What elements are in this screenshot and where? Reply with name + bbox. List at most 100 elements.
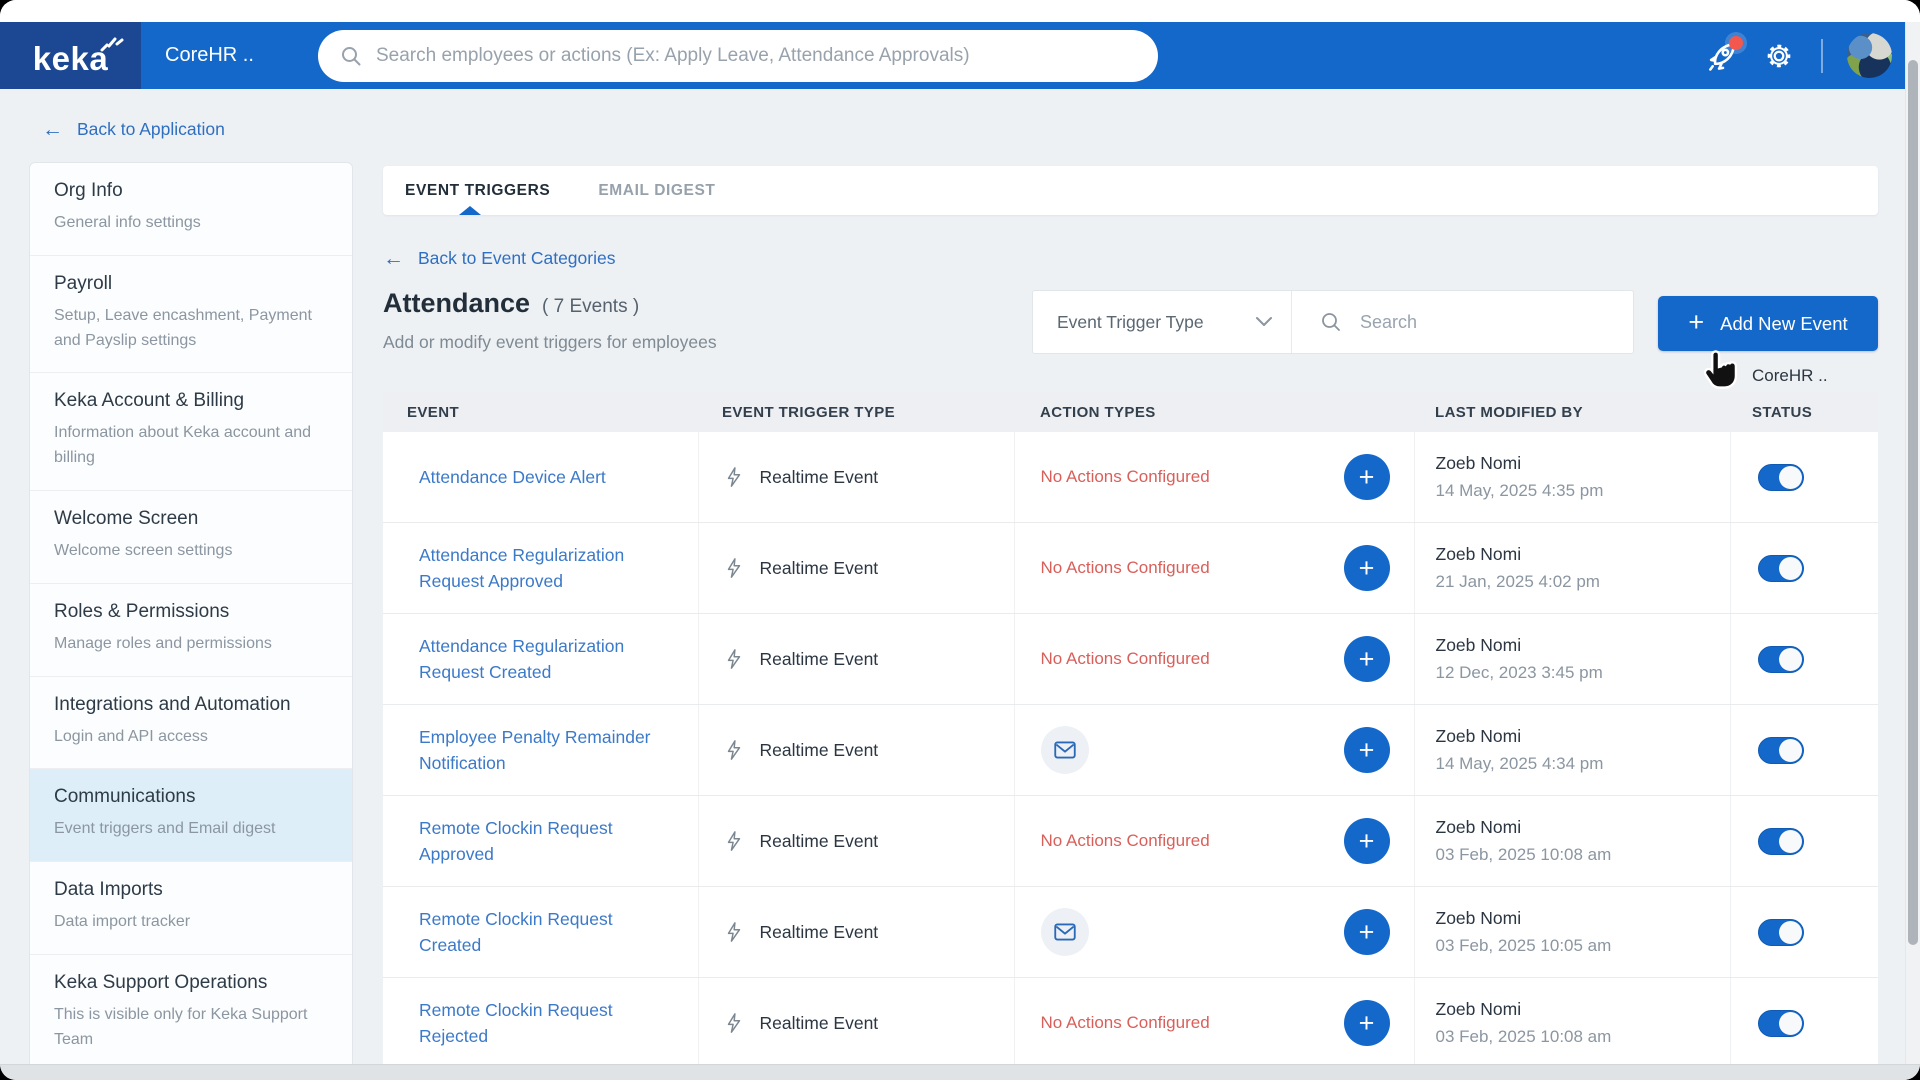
status-toggle[interactable] — [1758, 919, 1804, 946]
no-actions-configured-label: No Actions Configured — [1041, 831, 1210, 850]
add-action-button[interactable]: + — [1344, 545, 1390, 591]
table-row: Attendance Device Alert Realtime Event N… — [383, 432, 1878, 523]
page-scrollbar[interactable] — [1905, 22, 1920, 1064]
plus-icon: + — [1359, 826, 1375, 857]
sidebar-item-subtitle: This is visible only for Keka Support Te… — [54, 1003, 326, 1053]
plus-icon: + — [1359, 1008, 1375, 1039]
tab-email-digest[interactable]: EMAIL DIGEST — [598, 182, 715, 200]
global-search-input[interactable]: Search employees or actions (Ex: Apply L… — [318, 30, 1158, 82]
table-row: Employee Penalty Remainder Notification … — [383, 705, 1878, 796]
sidebar-item-roles-permissions[interactable]: Roles & Permissions Manage roles and per… — [30, 584, 352, 677]
lightning-icon — [723, 466, 745, 488]
event-name-link[interactable]: Remote Clockin Request Approved — [419, 815, 671, 868]
add-action-button[interactable]: + — [1344, 727, 1390, 773]
toggle-knob — [1779, 557, 1802, 580]
sidebar-item-payroll[interactable]: Payroll Setup, Leave encashment, Payment… — [30, 256, 352, 374]
toggle-knob — [1779, 921, 1802, 944]
modified-date: 03 Feb, 2025 10:08 am — [1436, 845, 1730, 865]
table-row: Remote Clockin Request Rejected Realtime… — [383, 978, 1878, 1069]
event-name-link[interactable]: Attendance Device Alert — [419, 464, 606, 490]
toggle-knob — [1779, 1012, 1802, 1035]
email-action-chip[interactable] — [1041, 908, 1089, 956]
keka-logo-text: keka — [33, 40, 108, 78]
toggle-knob — [1779, 466, 1802, 489]
sidebar-item-subtitle: Manage roles and permissions — [54, 632, 326, 657]
user-avatar[interactable] — [1847, 33, 1892, 78]
scrollbar-thumb[interactable] — [1908, 60, 1918, 945]
event-name-link[interactable]: Employee Penalty Remainder Notification — [419, 724, 671, 777]
back-to-application-link[interactable]: ← Back to Application — [42, 119, 225, 140]
sidebar-item-title: Payroll — [54, 273, 326, 295]
event-name-link[interactable]: Remote Clockin Request Created — [419, 906, 671, 959]
no-actions-configured-label: No Actions Configured — [1041, 649, 1210, 668]
no-actions-configured-label: No Actions Configured — [1041, 558, 1210, 577]
status-toggle[interactable] — [1758, 737, 1804, 764]
sidebar-item-keka-account-billing[interactable]: Keka Account & Billing Information about… — [30, 373, 352, 491]
add-action-button[interactable]: + — [1344, 454, 1390, 500]
search-icon — [1320, 311, 1342, 333]
trigger-type-label: Realtime Event — [760, 740, 879, 761]
table-search-input[interactable]: Search — [1292, 311, 1633, 333]
column-header-event: EVENT — [383, 392, 698, 432]
email-action-chip[interactable] — [1041, 726, 1089, 774]
trigger-type-label: Realtime Event — [760, 467, 879, 488]
event-name-link[interactable]: Remote Clockin Request Rejected — [419, 997, 671, 1050]
add-action-button[interactable]: + — [1344, 909, 1390, 955]
add-action-button[interactable]: + — [1344, 818, 1390, 864]
sidebar-item-title: Keka Account & Billing — [54, 390, 326, 412]
event-name-link[interactable]: Attendance Regularization Request Approv… — [419, 542, 671, 595]
search-icon — [340, 45, 362, 67]
cursor-drag-label: CoreHR .. — [1752, 366, 1828, 386]
envelope-icon — [1052, 919, 1078, 945]
modified-date: 12 Dec, 2023 3:45 pm — [1436, 663, 1730, 683]
navbar-divider — [1821, 39, 1823, 73]
sidebar-item-org-info[interactable]: Org Info General info settings — [30, 163, 352, 256]
no-actions-configured-label: No Actions Configured — [1041, 1013, 1210, 1032]
sidebar-item-title: Integrations and Automation — [54, 694, 326, 716]
sidebar-item-keka-support-operations[interactable]: Keka Support Operations This is visible … — [30, 955, 352, 1072]
settings-button[interactable] — [1751, 22, 1807, 89]
toggle-knob — [1779, 739, 1802, 762]
nav-app-label[interactable]: CoreHR .. — [165, 22, 254, 89]
lightning-icon — [723, 739, 745, 761]
plus-icon: + — [1359, 462, 1375, 493]
page-heading: Attendance ( 7 Events ) — [383, 288, 639, 319]
sidebar-item-data-imports[interactable]: Data Imports Data import tracker — [30, 862, 352, 955]
sidebar-item-title: Communications — [54, 786, 326, 808]
status-toggle[interactable] — [1758, 555, 1804, 582]
modified-by-name: Zoeb Nomi — [1436, 999, 1730, 1020]
tab-event-triggers[interactable]: EVENT TRIGGERS — [405, 182, 550, 200]
status-toggle[interactable] — [1758, 828, 1804, 855]
column-header-trigger-type: EVENT TRIGGER TYPE — [698, 392, 1014, 432]
status-toggle[interactable] — [1758, 464, 1804, 491]
trigger-type-label: Realtime Event — [760, 558, 879, 579]
event-trigger-type-select[interactable]: Event Trigger Type — [1033, 312, 1291, 333]
add-new-event-button[interactable]: + Add New Event — [1658, 296, 1878, 351]
event-count: ( 7 Events ) — [542, 296, 639, 318]
modified-by-name: Zoeb Nomi — [1436, 544, 1730, 565]
sidebar-item-title: Roles & Permissions — [54, 601, 326, 623]
filter-bar: Event Trigger Type Search — [1032, 290, 1634, 354]
sidebar-item-integrations-automation[interactable]: Integrations and Automation Login and AP… — [30, 677, 352, 770]
trigger-type-label: Realtime Event — [760, 831, 879, 852]
arrow-left-icon: ← — [383, 248, 404, 269]
modified-date: 14 May, 2025 4:34 pm — [1436, 754, 1730, 774]
event-name-link[interactable]: Attendance Regularization Request Create… — [419, 633, 671, 686]
sidebar-item-subtitle: Login and API access — [54, 725, 326, 750]
keka-logo[interactable]: keka — [0, 22, 141, 89]
add-action-button[interactable]: + — [1344, 1000, 1390, 1046]
add-action-button[interactable]: + — [1344, 636, 1390, 682]
sidebar-item-welcome-screen[interactable]: Welcome Screen Welcome screen settings — [30, 491, 352, 584]
plus-icon: + — [1359, 644, 1375, 675]
status-toggle[interactable] — [1758, 1010, 1804, 1037]
status-toggle[interactable] — [1758, 646, 1804, 673]
sidebar-item-communications[interactable]: Communications Event triggers and Email … — [30, 769, 352, 862]
window-bottom-strip — [0, 1064, 1920, 1080]
whats-new-rocket-button[interactable] — [1695, 22, 1751, 89]
column-header-last-modified-by: LAST MODIFIED BY — [1414, 392, 1730, 432]
back-to-event-categories-link[interactable]: ← Back to Event Categories — [383, 248, 615, 269]
event-trigger-type-label: Event Trigger Type — [1057, 312, 1204, 333]
lightning-icon — [723, 830, 745, 852]
table-row: Attendance Regularization Request Approv… — [383, 523, 1878, 614]
sidebar-item-subtitle: Information about Keka account and billi… — [54, 421, 326, 471]
